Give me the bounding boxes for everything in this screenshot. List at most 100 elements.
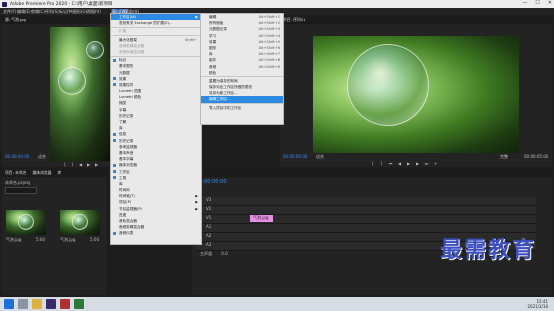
window-menu-item-label: 最大化框架: [119, 37, 137, 42]
window-menu-item[interactable]: 音频仪表: [111, 230, 201, 236]
window-menu-item[interactable]: 扩展: [111, 28, 201, 34]
workspace-menu-item[interactable]: 颜色: [201, 70, 283, 76]
project-item-name-2: 气泡.jpg: [60, 237, 76, 242]
menu-sequence[interactable]: 序列(S): [45, 9, 59, 15]
timeline-header: [192, 170, 552, 177]
search-icon[interactable]: [18, 299, 28, 309]
tab-media-browser[interactable]: 媒体浏览器: [32, 170, 51, 177]
app-taskbar-icon[interactable]: [60, 299, 70, 309]
menu-edit[interactable]: 编辑(E): [17, 9, 31, 15]
window-title: Adobe Premiere Pro 2020 - C:\用户\桌面\新项目: [10, 2, 113, 7]
window-menu-item-label: 进度: [119, 212, 127, 217]
premiere-app-icon: [2, 1, 7, 7]
mark-out-icon[interactable]: }: [70, 162, 75, 167]
mark-in-icon[interactable]: {: [62, 162, 67, 167]
window-menu-item-label: 库: [119, 126, 123, 131]
window-menu-item-label: 历史记录: [119, 113, 134, 118]
checkmark-icon: [113, 163, 116, 167]
menu-file[interactable]: 文件(F): [3, 9, 16, 15]
source-timecode: 00:00:00:00: [5, 154, 30, 159]
window-menu-item-label: 基本字幕: [119, 157, 134, 162]
program-transport: { } ⏮ ◀ ▶ ▶ ⏭ +: [370, 161, 438, 166]
workspace-menu-item[interactable]: 导入项目中的工作区: [201, 105, 283, 111]
system-clock[interactable]: 15:41 2021/3/10: [527, 299, 548, 309]
window-menu-item-label: 音轨混合器: [119, 219, 137, 223]
bubble-image: [58, 67, 86, 95]
step-forward-icon[interactable]: ▶: [415, 161, 420, 166]
program-timecode: 00:00:00:00: [283, 154, 308, 159]
menu-graphics[interactable]: 图形(G): [73, 9, 87, 15]
window-menu-item-label: 库: [119, 181, 123, 186]
watermark-text: 最需教育: [439, 237, 536, 263]
source-panel-tab[interactable]: 源: 气泡.jpg: [2, 17, 26, 22]
workspace-menu-item[interactable]: 编辑工作区...: [201, 96, 283, 103]
source-fit-select[interactable]: 适合: [38, 154, 46, 160]
go-to-in-icon[interactable]: ⏮: [388, 161, 393, 166]
workspace-menu-item-label: 保存对此工作区所做的更改: [209, 85, 253, 90]
checkmark-icon: [113, 170, 116, 173]
window-menu-item-label: 标记: [119, 58, 127, 63]
project-search-input[interactable]: [5, 187, 37, 194]
tab-libraries[interactable]: 库: [57, 170, 61, 177]
timeline-clip[interactable]: 气泡.jpg: [250, 215, 273, 222]
program-monitor-panel: 节目: 序列01 00:00:00:00 适合 完整 00:00:05:00 {…: [280, 17, 552, 167]
menu-marker[interactable]: 标记(M): [59, 9, 74, 15]
source-transport: { } ◀ ▶ ▶: [62, 162, 99, 167]
program-panel-header: 节目: 序列01: [280, 17, 552, 24]
maximize-button[interactable]: ☐: [535, 0, 539, 8]
play-icon[interactable]: ▶: [406, 161, 411, 166]
step-back-icon[interactable]: ◀: [397, 161, 402, 166]
workspace-menu-item-label: 组件: [209, 58, 217, 63]
source-preview-image: [50, 27, 110, 161]
project-panel: 项目: 未命名 媒体浏览器 库 未命名.prproj 气泡.jpg 5:00 气…: [2, 170, 107, 295]
app-taskbar-icon-2[interactable]: [74, 299, 84, 309]
menu-clip[interactable]: 剪辑(C): [31, 9, 45, 15]
window-menu-item-label: 音频轨道混合器: [119, 49, 145, 54]
program-preview-image: [313, 36, 519, 153]
checkmark-icon: [113, 77, 116, 81]
program-resolution-select[interactable]: 完整: [500, 154, 508, 160]
play-icon[interactable]: ▶: [86, 162, 91, 167]
tab-project[interactable]: 项目: 未命名: [5, 170, 26, 177]
mark-in-icon[interactable]: {: [370, 161, 375, 166]
bubble-image-large: [347, 44, 429, 126]
window-menu-item-label: 时间码: [119, 188, 130, 193]
mark-out-icon[interactable]: }: [379, 161, 384, 166]
workspace-menu-item-label: 重置为保存的布局: [209, 78, 238, 83]
premiere-taskbar-icon[interactable]: [46, 299, 56, 309]
workspace-menu-item-label: 效果: [209, 39, 217, 44]
taskbar: 15:41 2021/3/10: [0, 297, 554, 311]
window-menu-item-label: 效果: [119, 76, 127, 81]
checkmark-icon: [113, 58, 116, 62]
step-back-icon[interactable]: ◀: [78, 162, 83, 167]
master-label: 主声道: [200, 251, 212, 256]
track-v1[interactable]: V1 气泡.jpg: [196, 215, 536, 224]
go-to-out-icon[interactable]: ⏭: [424, 161, 429, 166]
menu-view[interactable]: 视图(V): [87, 9, 101, 15]
bubble-image: [18, 214, 34, 230]
step-forward-icon[interactable]: ▶: [94, 162, 99, 167]
track-v2[interactable]: V2: [196, 206, 536, 215]
project-panel-tabs: 项目: 未命名 媒体浏览器 库: [2, 170, 107, 177]
workspace-submenu: 编辑 Alt+Shift+1 所有面板 Alt+Shift+2 元数据记录 Alt+Shi…: [200, 13, 284, 125]
bubble-image: [72, 214, 88, 230]
window-menu-item-label: 工作区: [119, 169, 130, 174]
file-explorer-icon[interactable]: [32, 299, 42, 309]
clock-date: 2021/3/10: [527, 304, 548, 309]
project-thumbnail-1[interactable]: [6, 210, 46, 235]
window-menu-item-label: 工作区(W): [119, 15, 137, 19]
program-duration: 00:00:05:00: [524, 154, 549, 159]
window-menu-item[interactable]: 查找有关 Exchange 的扩展(E)...: [111, 20, 201, 26]
minimize-button[interactable]: —: [522, 0, 527, 8]
project-thumbnail-2[interactable]: [60, 210, 100, 235]
program-fit-select[interactable]: 适合: [316, 154, 324, 160]
checkmark-icon: [113, 139, 116, 143]
add-button-icon[interactable]: +: [433, 161, 438, 166]
window-menu-item[interactable]: 音频轨道混合器: [111, 49, 201, 55]
track-v3[interactable]: V3: [196, 197, 536, 206]
master-value: 0.0: [221, 251, 228, 256]
windows-start-icon[interactable]: [4, 299, 14, 309]
close-button[interactable]: ✕: [548, 0, 552, 8]
checkmark-icon: [113, 231, 116, 235]
workspace-menu-item-label: 学习: [209, 33, 217, 38]
